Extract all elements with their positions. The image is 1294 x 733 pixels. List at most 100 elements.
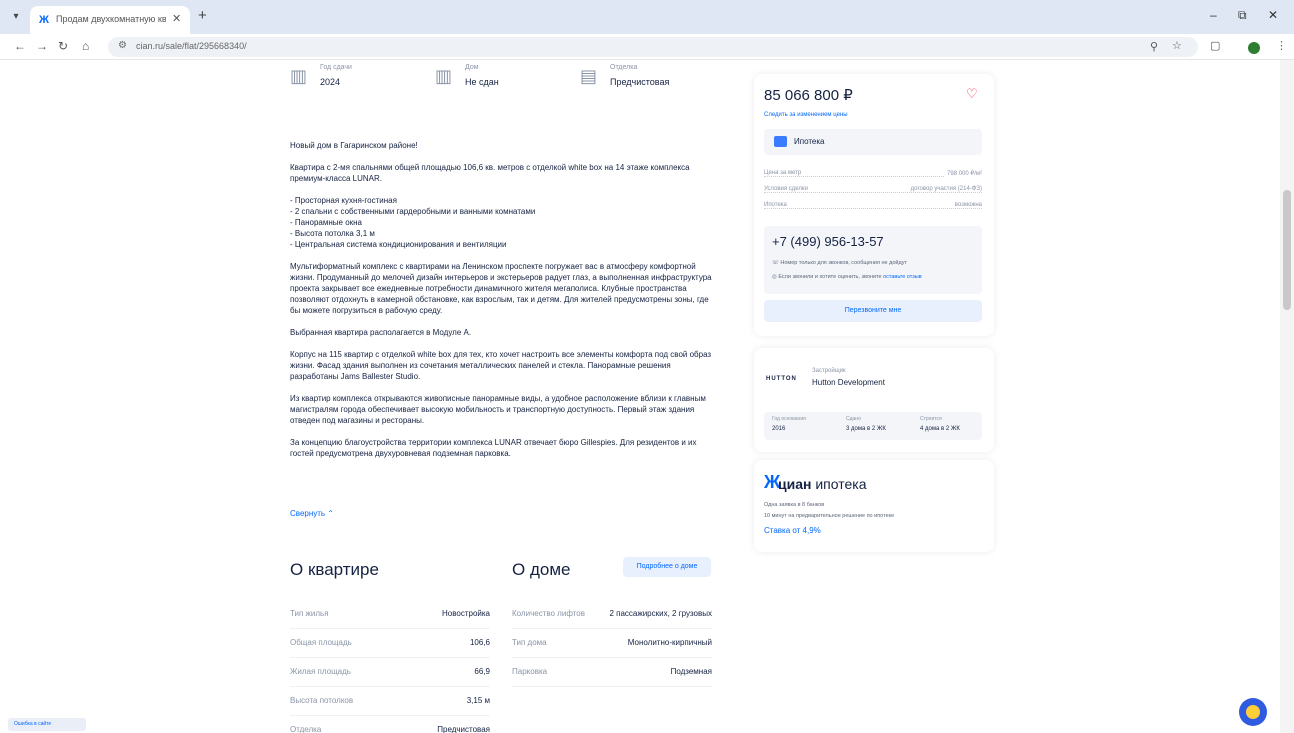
fact-value: Предчистовая [610,77,670,87]
table-row: Жилая площадь 66,9 [290,658,490,687]
house-details-button[interactable]: Подробнее о доме [623,557,711,577]
detail-value: возможна [951,202,982,208]
attr-value: 2 пассажирских, 2 грузовых [609,609,712,618]
back-icon[interactable]: ← [14,39,26,53]
attr-key: Парковка [512,667,548,676]
site-info-icon[interactable]: ⚙ [118,40,127,51]
cian-mortgage-card[interactable]: Ж циан ипотека Одна заявка в 8 банков 10… [754,460,994,552]
review-link[interactable]: оставьте отзыв [883,274,922,280]
attr-value: Подземная [670,667,712,676]
desc-list-item: - Панорамные окна [290,218,363,227]
cian-rate-link[interactable]: Ставка от 4,9% [764,526,821,535]
cian-mortgage-logo: циан ипотека [778,476,867,492]
desc-para: За концепцию благоустройства территории … [290,438,697,458]
stat-value[interactable]: 3 дома в 2 ЖК [846,426,886,432]
about-house-title: О доме [512,560,571,579]
stat-value: 2016 [772,426,786,432]
fact-label: Год сдачи [320,64,352,71]
price-detail-row: Условия сделки договор участия (214-ФЗ) [764,186,982,198]
developer-logo: HUTTON [766,376,797,382]
phone-note-text: Номер только для звонков, сообщения не д… [780,260,907,266]
desc-para: Квартира с 2-мя спальнями общей площадью… [290,163,690,183]
attr-value: 106,6 [469,638,490,647]
reload-icon[interactable]: ↻ [58,39,68,53]
attr-key: Общая площадь [290,638,352,647]
profile-avatar[interactable] [1248,42,1260,54]
table-row: Тип жилья Новостройка [290,600,490,629]
browser-tab[interactable]: Ж Продам двухкомнатную квартиру ✕ [30,6,190,34]
price: 85 066 800 ₽ [764,87,853,104]
attr-key: Тип жилья [290,609,329,618]
about-house-table: Количество лифтов 2 пассажирских, 2 грузо… [512,600,712,687]
mortgage-button[interactable]: Ипотека [764,129,982,155]
collapse-description-link[interactable]: Свернуть ⌃ [290,509,334,518]
developer-subtitle: Застройщик [812,368,846,374]
developer-card: HUTTON Застройщик Hutton Development Год… [754,348,994,452]
home-icon[interactable]: ⌂ [82,39,89,53]
table-row: Отделка Предчистовая [290,716,490,733]
heart-icon[interactable]: ♡ [966,86,978,102]
fact-label: Дом [465,64,479,71]
price-detail-row: Ипотека возможна [764,202,982,214]
price-detail-row: Цена за метр 798 000 ₽/м² [764,170,982,182]
phone-number[interactable]: +7 (499) 956-13-57 [772,234,884,249]
new-tab-icon[interactable]: + [198,8,207,24]
table-row: Общая площадь 106,6 [290,629,490,658]
address-bar[interactable]: ⚙ cian.ru/sale/flat/295668340/ [108,37,1198,57]
zoom-icon[interactable]: ⚲ [1150,40,1158,53]
detail-key: Цена за метр [764,170,805,176]
table-row: Тип дома Монолитно-кирпичный [512,629,712,658]
phone-box: +7 (499) 956-13-57 ☏ Номер только для зв… [764,226,982,294]
price-watch-link[interactable]: Следить за изменением цены [764,112,848,118]
desc-para: Корпус на 115 квартир с отделкой white b… [290,350,712,381]
cian-note: Одна заявка в 8 банков [764,502,825,508]
fact-label: Отделка [610,64,638,71]
browser-tabstrip: ▾ Ж Продам двухкомнатную квартиру ✕ + – … [0,0,1294,34]
chat-button[interactable] [1239,698,1267,726]
scrollbar-thumb[interactable] [1283,190,1291,310]
desc-list: - Просторная кухня-гостиная - 2 спальни … [290,195,718,250]
description: Новый дом в Гагаринском районе! Квартира… [290,140,718,470]
desc-list-item: - Центральная система кондиционирования … [290,240,507,249]
tab-title: Продам двухкомнатную квартиру [56,14,166,24]
callback-button[interactable]: Перезвоните мне [764,300,982,322]
page-scrollbar[interactable] [1280,60,1294,733]
detail-value: 798 000 ₽/м² [944,170,982,177]
desc-list-item: - Просторная кухня-гостиная [290,196,397,205]
attr-value: 3,15 м [466,696,490,705]
extensions-icon[interactable]: ▢ [1210,39,1220,52]
forward-icon[interactable]: → [36,39,48,53]
about-flat-table: Тип жилья Новостройка Общая площадь 106,6 … [290,600,490,733]
maximize-icon[interactable]: ⧉ [1238,8,1247,23]
desc-intro: Новый дом в Гагаринском районе! [290,141,418,150]
desc-list-item: - 2 спальни с собственными гардеробными … [290,207,536,216]
stat-key: Год основания [772,416,806,422]
stat-value[interactable]: 4 дома в 2 ЖК [920,426,960,432]
developer-name[interactable]: Hutton Development [812,378,885,387]
fact-value: 2024 [320,77,341,87]
attr-key: Количество лифтов [512,609,585,618]
minimize-icon[interactable]: – [1210,8,1217,22]
house-icon: ▥ [435,66,453,86]
tab-search-icon[interactable]: ▾ [8,9,24,25]
flat-facts: ▥ Год сдачи 2024 ▥ Дом Не сдан ▤ Отделка… [290,62,720,96]
attr-key: Тип дома [512,638,547,647]
browser-toolbar: ← → ↻ ⌂ ⚙ cian.ru/sale/flat/295668340/ ⚲… [0,34,1294,60]
cian-product: ипотека [815,476,867,492]
table-row: Парковка Подземная [512,658,712,687]
url-text: cian.ru/sale/flat/295668340/ [136,41,247,51]
price-card: 85 066 800 ₽ ♡ Следить за изменением цен… [754,74,994,336]
building-icon: ▥ [290,66,308,86]
page-content: ▥ Год сдачи 2024 ▥ Дом Не сдан ▤ Отделка… [0,60,1280,733]
tab-close-icon[interactable]: ✕ [172,12,181,25]
cian-favicon-icon: Ж [39,14,49,26]
mortgage-label: Ипотека [794,137,825,146]
window-close-icon[interactable]: ✕ [1268,8,1278,22]
menu-dots-icon[interactable]: ⋮ [1276,39,1287,52]
detail-key: Ипотека [764,202,790,208]
detail-value: договор участия (214-ФЗ) [907,186,982,192]
bookmark-star-icon[interactable]: ☆ [1172,39,1182,52]
help-chip[interactable]: Ошибка в сайте [8,718,86,731]
cian-brand: циан [778,476,812,492]
fact-value: Не сдан [465,77,499,87]
